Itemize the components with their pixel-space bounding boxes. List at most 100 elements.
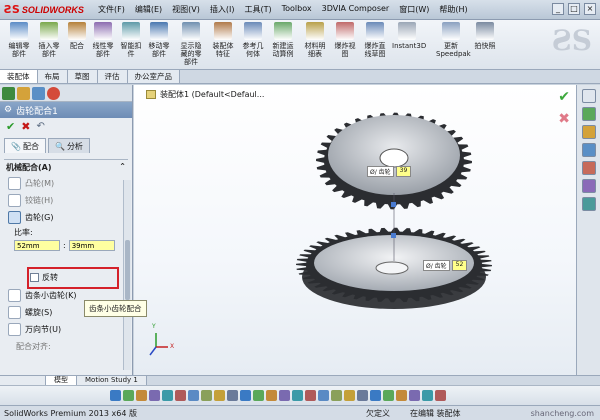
bottom-tool-icon-1[interactable] bbox=[123, 390, 134, 401]
axis-handle-bottom[interactable] bbox=[391, 233, 396, 238]
bottom-tool-icon-4[interactable] bbox=[162, 390, 173, 401]
bottom-tool-icon-23[interactable] bbox=[409, 390, 420, 401]
menu-file[interactable]: 文件(F) bbox=[98, 4, 125, 15]
menu-edit[interactable]: 编辑(E) bbox=[135, 4, 162, 15]
maximize-icon[interactable]: □ bbox=[568, 3, 580, 15]
close-icon[interactable]: × bbox=[584, 3, 596, 15]
universal-joint-option[interactable]: 万向节(U) bbox=[4, 321, 128, 338]
watermark-text: shancheng.com bbox=[530, 408, 594, 418]
menu-toolbox[interactable]: Toolbox bbox=[282, 4, 312, 15]
bottom-tool-icon-15[interactable] bbox=[305, 390, 316, 401]
bottom-tool-icon-13[interactable] bbox=[279, 390, 290, 401]
cam-option[interactable]: 凸轮(M) bbox=[4, 175, 128, 192]
gear-option[interactable]: 齿轮(G) bbox=[4, 209, 128, 226]
command-button-7[interactable]: 装配体 特征 bbox=[208, 22, 238, 58]
ratio-b-input[interactable] bbox=[68, 240, 115, 251]
confirm-cancel-icon[interactable]: ✖ bbox=[558, 111, 570, 127]
command-button-8[interactable]: 参考几 何体 bbox=[238, 22, 268, 58]
ok-button[interactable]: ✔ bbox=[6, 120, 15, 133]
menu-insert[interactable]: 插入(I) bbox=[210, 4, 235, 15]
command-button-14[interactable]: 更新 Speedpak bbox=[436, 22, 471, 58]
bottom-tool-icon-17[interactable] bbox=[331, 390, 342, 401]
panel-scrollbar[interactable] bbox=[123, 180, 131, 370]
tab-office-products[interactable]: 办公室产品 bbox=[127, 70, 180, 83]
menu-view[interactable]: 视图(V) bbox=[172, 4, 200, 15]
command-button-5[interactable]: 移动零 部件 bbox=[144, 22, 174, 58]
axis-handle-top[interactable] bbox=[391, 202, 396, 207]
bottom-tool-icon-2[interactable] bbox=[136, 390, 147, 401]
menu-help[interactable]: 帮助(H) bbox=[439, 4, 467, 15]
bottom-tool-icon-25[interactable] bbox=[435, 390, 446, 401]
tab-layout[interactable]: 布局 bbox=[37, 70, 68, 83]
dim-bottom[interactable]: Ø/ 齿轮 52 bbox=[423, 260, 468, 271]
command-button-11[interactable]: 爆炸视 图 bbox=[330, 22, 360, 58]
bottom-tool-icon-14[interactable] bbox=[292, 390, 303, 401]
graphics-area[interactable]: 装配体1 (Default<Defaul... Ø/ 齿轮 39 Ø/ 齿轮 5… bbox=[134, 85, 576, 375]
bottom-tool-icon-19[interactable] bbox=[357, 390, 368, 401]
command-button-10[interactable]: 材料明 细表 bbox=[300, 22, 330, 58]
menu-window[interactable]: 窗口(W) bbox=[399, 4, 429, 15]
command-button-9[interactable]: 新建运 动算例 bbox=[268, 22, 298, 58]
reverse-checkbox-row[interactable]: 反转 bbox=[30, 272, 58, 283]
undo-icon[interactable]: ↶ bbox=[36, 121, 44, 132]
confirm-ok-icon[interactable]: ✔ bbox=[558, 89, 570, 105]
bottom-tool-icon-21[interactable] bbox=[383, 390, 394, 401]
command-button-1[interactable]: 插入零 部件 bbox=[34, 22, 64, 58]
tab-model[interactable]: 模型 bbox=[46, 376, 77, 385]
bottom-tool-icon-9[interactable] bbox=[227, 390, 238, 401]
tab-assembly[interactable]: 装配体 bbox=[0, 70, 38, 83]
command-button-6[interactable]: 显示隐 藏的零 部件 bbox=[176, 22, 206, 66]
bottom-tool-icon-22[interactable] bbox=[396, 390, 407, 401]
bottom-tool-icon-12[interactable] bbox=[266, 390, 277, 401]
bottom-tool-icon-10[interactable] bbox=[240, 390, 251, 401]
bottom-tool-icon-3[interactable] bbox=[149, 390, 160, 401]
design-library-icon[interactable] bbox=[581, 107, 596, 121]
scrollbar-thumb[interactable] bbox=[125, 240, 130, 300]
bottom-tool-icon-24[interactable] bbox=[422, 390, 433, 401]
reverse-label: 反转 bbox=[42, 273, 58, 282]
command-button-15[interactable]: 拍快照 bbox=[470, 22, 500, 50]
gear-model-svg[interactable] bbox=[134, 85, 576, 375]
cancel-button[interactable]: ✖ bbox=[21, 120, 30, 133]
command-icon bbox=[442, 22, 460, 40]
bottom-tool-icon-16[interactable] bbox=[318, 390, 329, 401]
menu-tools[interactable]: 工具(T) bbox=[244, 4, 271, 15]
tab-evaluate[interactable]: 评估 bbox=[97, 70, 128, 83]
tab-analysis[interactable]: 🔍 分析 bbox=[47, 138, 90, 153]
bottom-tool-icon-8[interactable] bbox=[214, 390, 225, 401]
bottom-tool-icon-11[interactable] bbox=[253, 390, 264, 401]
feature-tree-icon[interactable] bbox=[2, 87, 15, 100]
bottom-tool-icon-0[interactable] bbox=[110, 390, 121, 401]
file-explorer-icon[interactable] bbox=[581, 125, 596, 139]
minimize-icon[interactable]: _ bbox=[552, 3, 564, 15]
solidworks-logo[interactable]: ƧS SOLIDWORKS bbox=[4, 3, 88, 16]
tab-mates[interactable]: 📎 配合 bbox=[4, 138, 46, 153]
appearances-icon[interactable] bbox=[581, 161, 596, 175]
ratio-a-input[interactable] bbox=[14, 240, 60, 251]
mechanical-mates-header[interactable]: 机械配合(A) ⌃ bbox=[4, 160, 128, 175]
command-button-3[interactable]: 线性零 部件 bbox=[88, 22, 118, 58]
command-icon bbox=[214, 22, 232, 40]
tab-motion-study[interactable]: Motion Study 1 bbox=[77, 376, 147, 385]
command-button-0[interactable]: 编辑零 部件 bbox=[4, 22, 34, 58]
reverse-checkbox[interactable] bbox=[30, 273, 39, 282]
bottom-tool-icon-18[interactable] bbox=[344, 390, 355, 401]
hinge-option[interactable]: 铰链(H) bbox=[4, 192, 128, 209]
command-button-12[interactable]: 爆炸直 线草图 bbox=[360, 22, 390, 58]
dim-top[interactable]: Ø/ 齿轮 39 bbox=[367, 166, 412, 177]
bottom-tool-icon-5[interactable] bbox=[175, 390, 186, 401]
custom-properties-icon[interactable] bbox=[581, 179, 596, 193]
bottom-tool-icon-20[interactable] bbox=[370, 390, 381, 401]
bottom-tool-icon-7[interactable] bbox=[201, 390, 212, 401]
resources-icon[interactable] bbox=[581, 89, 596, 103]
display-manager-icon[interactable] bbox=[47, 87, 60, 100]
solidworks-forum-icon[interactable] bbox=[581, 197, 596, 211]
bottom-tool-icon-6[interactable] bbox=[188, 390, 199, 401]
config-manager-icon[interactable] bbox=[32, 87, 45, 100]
view-palette-icon[interactable] bbox=[581, 143, 596, 157]
tab-sketch[interactable]: 草图 bbox=[67, 70, 98, 83]
property-manager-icon[interactable] bbox=[17, 87, 30, 100]
command-button-13[interactable]: Instant3D bbox=[392, 22, 426, 50]
menu-3dvia[interactable]: 3DVIA Composer bbox=[322, 4, 390, 15]
command-button-4[interactable]: 智能扣 件 bbox=[116, 22, 146, 58]
